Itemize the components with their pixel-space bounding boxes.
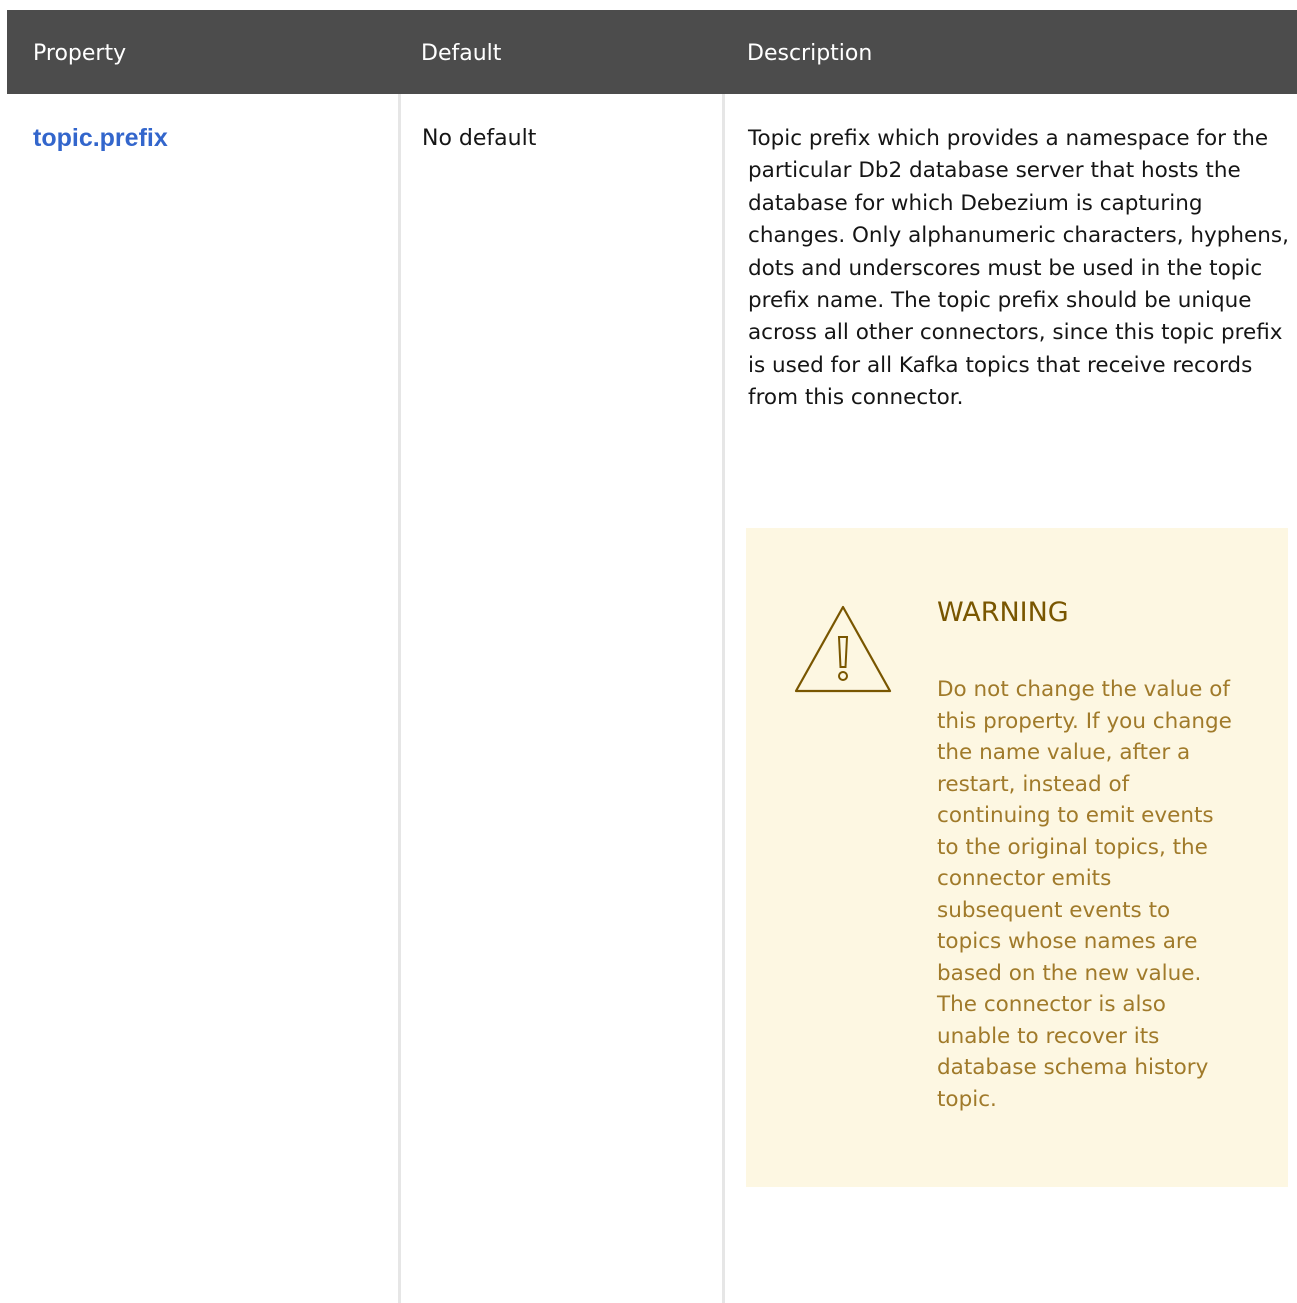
warning-triangle-icon bbox=[794, 605, 892, 693]
column-divider bbox=[722, 94, 725, 1303]
property-link-topic-prefix[interactable]: topic.prefix bbox=[33, 123, 168, 153]
column-divider bbox=[398, 94, 401, 1303]
warning-title: WARNING bbox=[937, 597, 1069, 628]
warning-admonition: WARNING Do not change the value of this … bbox=[746, 528, 1288, 1187]
header-default: Default bbox=[421, 41, 502, 66]
warning-body: Do not change the value of this property… bbox=[937, 677, 1232, 1112]
header-description: Description bbox=[747, 41, 873, 66]
header-property: Property bbox=[33, 41, 127, 66]
property-description: Topic prefix which provides a namespace … bbox=[748, 126, 1289, 411]
properties-table: Property Default Description topic.prefi… bbox=[7, 10, 1297, 1303]
table-header: Property Default Description bbox=[7, 10, 1297, 94]
default-value: No default bbox=[422, 126, 537, 151]
